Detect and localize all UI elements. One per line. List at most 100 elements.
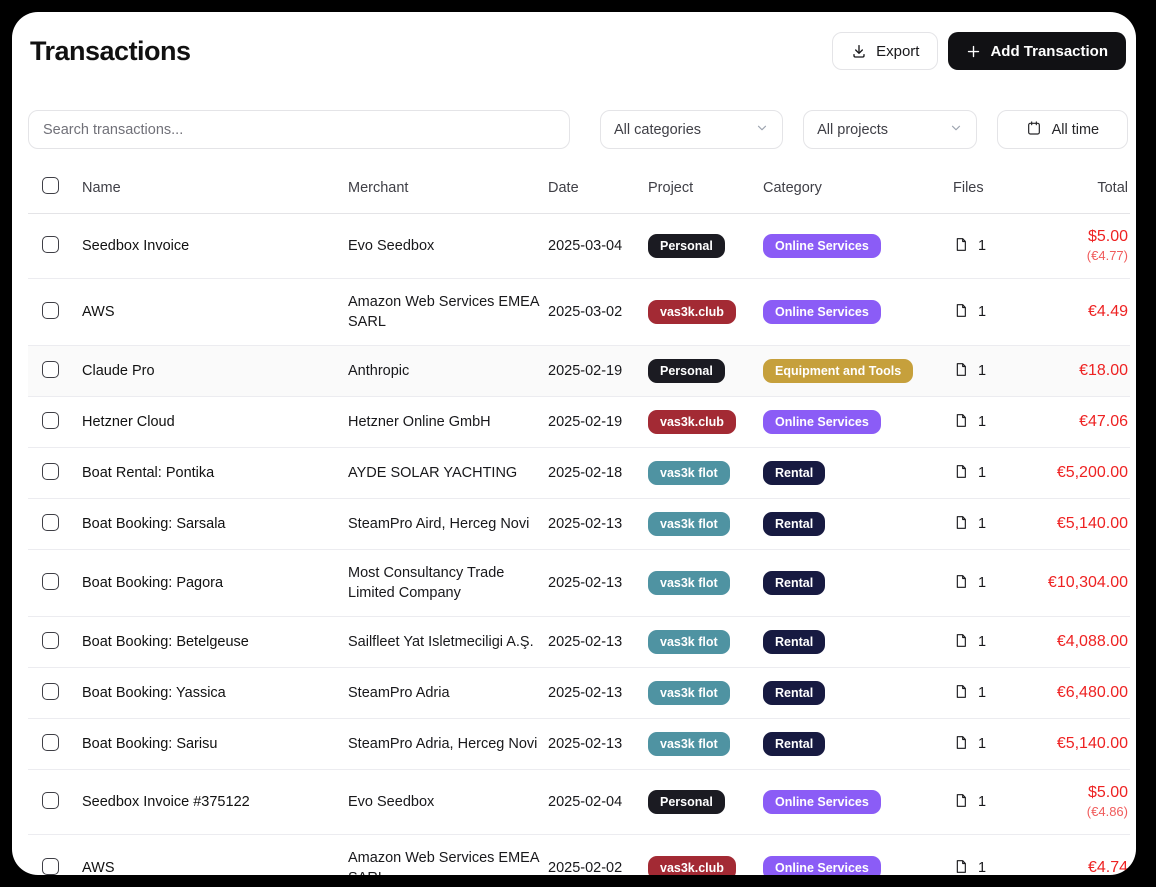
transaction-project: vas3k flot (648, 617, 763, 668)
export-button[interactable]: Export (832, 32, 938, 70)
total-amount: €4,088.00 (1034, 632, 1128, 652)
transaction-date: 2025-02-13 (548, 668, 648, 719)
category-badge[interactable]: Equipment and Tools (763, 359, 913, 383)
project-badge[interactable]: vas3k.club (648, 300, 736, 324)
project-badge[interactable]: vas3k flot (648, 732, 730, 756)
project-badge[interactable]: vas3k flot (648, 571, 730, 595)
transactions-table-body: Seedbox InvoiceEvo Seedbox2025-03-04Pers… (28, 214, 1130, 876)
transaction-category: Rental (763, 448, 953, 499)
transaction-name: AWS (82, 835, 348, 876)
project-badge[interactable]: vas3k flot (648, 681, 730, 705)
row-checkbox[interactable] (42, 236, 59, 253)
table-row: Boat Booking: SarisuSteamPro Adria, Herc… (28, 719, 1130, 770)
project-badge[interactable]: Personal (648, 359, 725, 383)
category-badge[interactable]: Rental (763, 630, 825, 654)
category-badge[interactable]: Online Services (763, 300, 881, 324)
row-checkbox[interactable] (42, 463, 59, 480)
transaction-date: 2025-02-02 (548, 835, 648, 876)
transaction-category: Online Services (763, 835, 953, 876)
file-icon (953, 734, 969, 755)
transaction-name: Boat Booking: Sarisu (82, 719, 348, 770)
row-checkbox[interactable] (42, 632, 59, 649)
projects-dropdown[interactable]: All projects (803, 110, 977, 149)
total-amount: €5,200.00 (1034, 463, 1128, 483)
file-icon (953, 683, 969, 704)
project-badge[interactable]: vas3k.club (648, 410, 736, 434)
file-icon (953, 632, 969, 653)
transaction-category: Rental (763, 668, 953, 719)
category-badge[interactable]: Rental (763, 461, 825, 485)
project-badge[interactable]: vas3k.club (648, 856, 736, 875)
total-amount: €47.06 (1034, 412, 1128, 432)
add-transaction-button[interactable]: Add Transaction (948, 32, 1126, 70)
transaction-date: 2025-02-19 (548, 346, 648, 397)
row-checkbox[interactable] (42, 412, 59, 429)
date-range-button[interactable]: All time (997, 110, 1128, 149)
transaction-project: vas3k flot (648, 448, 763, 499)
column-header-total: Total (1034, 171, 1130, 214)
select-all-checkbox[interactable] (42, 177, 59, 194)
row-checkbox[interactable] (42, 734, 59, 751)
transaction-category: Rental (763, 499, 953, 550)
transaction-date: 2025-02-18 (548, 448, 648, 499)
transaction-files: 1 (953, 617, 1034, 668)
category-badge[interactable]: Rental (763, 512, 825, 536)
project-badge[interactable]: vas3k flot (648, 630, 730, 654)
transaction-files: 1 (953, 397, 1034, 448)
categories-dropdown[interactable]: All categories (600, 110, 783, 149)
transaction-category: Rental (763, 617, 953, 668)
category-badge[interactable]: Rental (763, 732, 825, 756)
category-badge[interactable]: Online Services (763, 234, 881, 258)
category-badge[interactable]: Online Services (763, 410, 881, 434)
file-icon (953, 302, 969, 323)
row-checkbox[interactable] (42, 858, 59, 875)
file-count: 1 (978, 516, 986, 532)
total-amount: €5,140.00 (1034, 514, 1128, 534)
search-input[interactable] (43, 122, 555, 138)
file-count: 1 (978, 414, 986, 430)
row-checkbox[interactable] (42, 361, 59, 378)
category-badge[interactable]: Rental (763, 571, 825, 595)
row-checkbox[interactable] (42, 792, 59, 809)
table-row: Hetzner CloudHetzner Online GmbH2025-02-… (28, 397, 1130, 448)
transaction-total: €5,140.00 (1034, 719, 1130, 770)
transaction-total: €5,140.00 (1034, 499, 1130, 550)
table-row: Boat Rental: PontikaAYDE SOLAR YACHTING2… (28, 448, 1130, 499)
categories-dropdown-label: All categories (614, 122, 701, 138)
category-badge[interactable]: Online Services (763, 790, 881, 814)
filters-bar: All categories All projects All time (28, 110, 1128, 149)
project-badge[interactable]: Personal (648, 790, 725, 814)
total-amount: €10,304.00 (1034, 573, 1128, 593)
file-count: 1 (978, 860, 986, 875)
category-badge[interactable]: Online Services (763, 856, 881, 875)
row-checkbox[interactable] (42, 573, 59, 590)
transaction-name: Boat Rental: Pontika (82, 448, 348, 499)
column-header-files: Files (953, 171, 1034, 214)
transaction-files: 1 (953, 448, 1034, 499)
row-checkbox[interactable] (42, 514, 59, 531)
category-badge[interactable]: Rental (763, 681, 825, 705)
transaction-project: vas3k flot (648, 668, 763, 719)
project-badge[interactable]: Personal (648, 234, 725, 258)
transaction-project: vas3k.club (648, 397, 763, 448)
project-badge[interactable]: vas3k flot (648, 512, 730, 536)
file-count: 1 (978, 575, 986, 591)
transaction-category: Rental (763, 550, 953, 617)
table-row: Boat Booking: SarsalaSteamPro Aird, Herc… (28, 499, 1130, 550)
file-icon (953, 412, 969, 433)
transaction-merchant: Sailfleet Yat Isletmeciligi A.Ş. (348, 617, 548, 668)
row-checkbox[interactable] (42, 302, 59, 319)
table-row: Boat Booking: PagoraMost Consultancy Tra… (28, 550, 1130, 617)
project-badge[interactable]: vas3k flot (648, 461, 730, 485)
transaction-merchant: Most Consultancy Trade Limited Company (348, 550, 548, 617)
table-row: Seedbox Invoice #375122Evo Seedbox2025-0… (28, 770, 1130, 835)
transaction-files: 1 (953, 835, 1034, 876)
transaction-date: 2025-02-13 (548, 719, 648, 770)
file-icon (953, 361, 969, 382)
transaction-category: Rental (763, 719, 953, 770)
transaction-project: vas3k flot (648, 719, 763, 770)
search-box (28, 110, 570, 149)
transaction-total: €6,480.00 (1034, 668, 1130, 719)
row-checkbox[interactable] (42, 683, 59, 700)
transaction-files: 1 (953, 770, 1034, 835)
